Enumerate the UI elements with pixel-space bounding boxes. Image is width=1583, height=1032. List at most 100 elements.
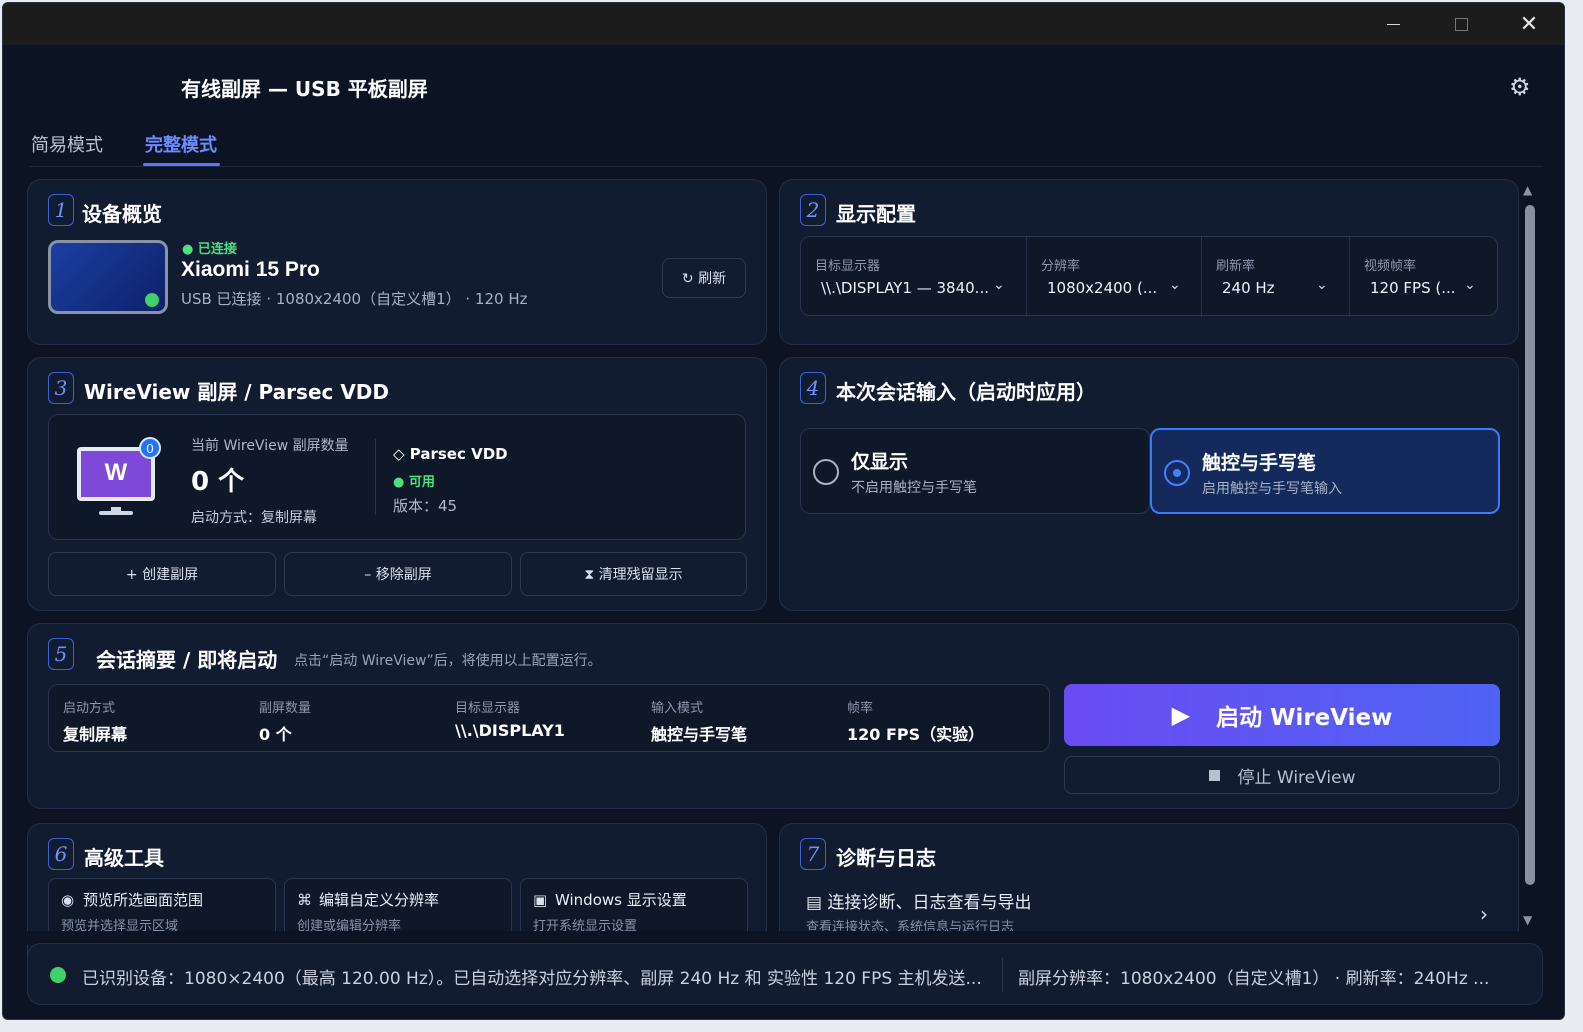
radio-selected — [1164, 460, 1190, 486]
device-name: Xiaomi 15 Pro — [181, 258, 320, 281]
summary-value: \\.\DISPLAY1 — [455, 721, 565, 740]
chevron-down-icon: ⌄ — [993, 277, 1005, 293]
stop-icon — [1208, 769, 1220, 781]
divider — [375, 439, 376, 515]
tool-label: 预览所选画面范围 — [83, 891, 204, 909]
field-label: 目标显示器 — [815, 259, 881, 274]
active-tab-indicator — [143, 163, 220, 166]
status-message: 已识别设备：1080×2400（最高 120.00 Hz）。已自动选择对应分辨率… — [82, 969, 982, 989]
field-label: 分辨率 — [1041, 259, 1081, 274]
device-overview-card: 1 设备概览 ● 已连接 Xiaomi 15 Pro USB 已连接 · 108… — [27, 179, 767, 345]
section-title: WireView 副屏 / Parsec VDD — [84, 380, 390, 404]
launch-mode: 启动方式：复制屏幕 — [191, 510, 317, 526]
chevron-down-icon: ⌄ — [1464, 277, 1476, 293]
tool-label: Windows 显示设置 — [555, 891, 687, 909]
divider — [1002, 958, 1003, 992]
radio-unselected — [813, 459, 839, 485]
remove-display-button[interactable]: – 移除副屏 — [284, 552, 512, 596]
parsec-vdd-version: 版本：45 — [393, 497, 458, 515]
tool-title: ◉ 预览所选画面范围 — [61, 889, 203, 910]
option-touch-pen[interactable]: 触控与手写笔 启用触控与手写笔输入 — [1150, 428, 1500, 514]
summary-label: 目标显示器 — [455, 701, 521, 716]
clean-residual-button[interactable]: ⧗ 清理残留显示 — [520, 552, 747, 596]
command-icon: ⌘ — [297, 891, 312, 909]
section-number: 7 — [800, 838, 826, 870]
stop-wireview-button[interactable]: 停止 WireView — [1064, 756, 1500, 794]
maximize-button[interactable] — [1427, 3, 1495, 45]
stop-label: 停止 WireView — [1237, 767, 1356, 788]
option-display-only[interactable]: 仅显示 不启用触控与手写笔 — [800, 428, 1150, 514]
start-label: 启动 WireView — [1216, 705, 1393, 731]
scrollbar-thumb[interactable] — [1525, 205, 1535, 885]
section-title: 会话摘要 / 即将启动 — [96, 648, 278, 672]
diagnostics-link[interactable]: ▤ 连接诊断、日志查看与导出 — [806, 888, 1031, 913]
field-value: \\.\DISPLAY1 — 3840... — [821, 279, 989, 297]
field-value: 120 FPS (... — [1370, 279, 1456, 297]
chevron-down-icon: ⌄ — [1316, 277, 1328, 293]
section-title: 显示配置 — [836, 202, 916, 226]
gear-icon[interactable]: ⚙ — [1509, 73, 1531, 101]
count-badge: 0 — [139, 437, 161, 459]
device-thumbnail — [48, 240, 168, 314]
chevron-down-icon: ⌄ — [1169, 277, 1181, 293]
parsec-vdd-title: ◇ Parsec VDD — [393, 445, 508, 463]
option-desc: 启用触控与手写笔输入 — [1202, 481, 1342, 497]
option-title: 触控与手写笔 — [1202, 452, 1317, 474]
section-number: 5 — [48, 638, 74, 670]
start-wireview-button[interactable]: ▶ 启动 WireView — [1064, 684, 1500, 746]
summary-value: 触控与手写笔 — [651, 725, 748, 744]
status-bar: 已识别设备：1080×2400（最高 120.00 Hz）。已自动选择对应分辨率… — [27, 943, 1543, 1005]
refresh-button[interactable]: ↻ 刷新 — [662, 258, 746, 298]
connection-status: ● 已连接 — [182, 242, 237, 257]
summary-label: 启动方式 — [63, 701, 116, 716]
video-fps-select[interactable]: 视频帧率 120 FPS (... ⌄ — [1350, 237, 1499, 317]
tab-simple-mode[interactable]: 简易模式 — [31, 131, 103, 157]
count-value: 0 个 — [191, 467, 245, 497]
summary-value: 0 个 — [259, 725, 292, 744]
display-icon: ▣ — [533, 891, 548, 909]
wireview-status-panel: W 0 当前 WireView 副屏数量 0 个 启动方式：复制屏幕 ◇ Par… — [48, 414, 746, 540]
count-label: 当前 WireView 副屏数量 — [191, 438, 349, 454]
section-title: 设备概览 — [82, 202, 162, 226]
chevron-right-icon[interactable]: › — [1480, 902, 1488, 926]
title-bar: ✕ — [3, 3, 1564, 45]
minimize-button[interactable] — [1359, 3, 1427, 45]
summary-value: 120 FPS（实验） — [847, 725, 985, 744]
radio-icon: ◉ — [61, 891, 75, 909]
maximize-icon — [1454, 17, 1468, 31]
target-display-select[interactable]: 目标显示器 \\.\DISPLAY1 — 3840... ⌄ — [801, 237, 1027, 317]
tool-title: ▣ Windows 显示设置 — [533, 889, 687, 910]
field-label: 刷新率 — [1216, 259, 1256, 274]
app-window: ✕ 有线副屏 — USB 平板副屏 ⚙ 简易模式 完整模式 1 设备概览 ● 已… — [2, 2, 1565, 1020]
summary-label: 输入模式 — [651, 701, 704, 716]
summary-values: 启动方式 复制屏幕 副屏数量 0 个 目标显示器 \\.\DISPLAY1 输入… — [48, 684, 1050, 752]
refresh-rate-select[interactable]: 刷新率 240 Hz ⌄ — [1202, 237, 1350, 317]
section-number: 2 — [800, 194, 826, 226]
close-button[interactable]: ✕ — [1495, 3, 1563, 45]
create-display-button[interactable]: + 创建副屏 — [48, 552, 276, 596]
section-number: 4 — [800, 372, 826, 404]
summary-label: 副屏数量 — [259, 701, 312, 716]
status-details: 副屏分辨率：1080x2400（自定义槽1） · 刷新率：240Hz ... — [1018, 969, 1490, 989]
device-info: USB 已连接 · 1080x2400（自定义槽1） · 120 Hz — [181, 290, 528, 308]
scroll-down-arrow[interactable]: ▼ — [1523, 913, 1532, 927]
section-title: 本次会话输入（启动时应用） — [836, 380, 1096, 404]
app-title: 有线副屏 — USB 平板副屏 — [181, 77, 428, 101]
resolution-select[interactable]: 分辨率 1080x2400 (... ⌄ — [1027, 237, 1202, 317]
display-config-fields: 目标显示器 \\.\DISPLAY1 — 3840... ⌄ 分辨率 1080x… — [800, 236, 1499, 317]
mode-tabs: 简易模式 完整模式 — [29, 121, 1543, 167]
tool-title: ⌘ 编辑自定义分辨率 — [297, 889, 439, 910]
display-config-card: 2 显示配置 目标显示器 \\.\DISPLAY1 — 3840... ⌄ 分辨… — [779, 179, 1519, 345]
field-value: 1080x2400 (... — [1047, 279, 1158, 297]
monitor-base — [99, 511, 133, 515]
section-title: 诊断与日志 — [836, 846, 936, 870]
field-value: 240 Hz — [1222, 279, 1275, 297]
field-label: 视频帧率 — [1364, 259, 1417, 274]
parsec-vdd-status: ● 可用 — [393, 475, 435, 490]
summary-value: 复制屏幕 — [63, 725, 128, 744]
summary-label: 帧率 — [847, 701, 874, 716]
option-title: 仅显示 — [851, 451, 909, 473]
tab-full-mode[interactable]: 完整模式 — [145, 131, 217, 157]
scroll-up-arrow[interactable]: ▲ — [1523, 183, 1532, 197]
session-summary-card: 5 会话摘要 / 即将启动 点击“启动 WireView”后，将使用以上配置运行… — [27, 623, 1519, 809]
